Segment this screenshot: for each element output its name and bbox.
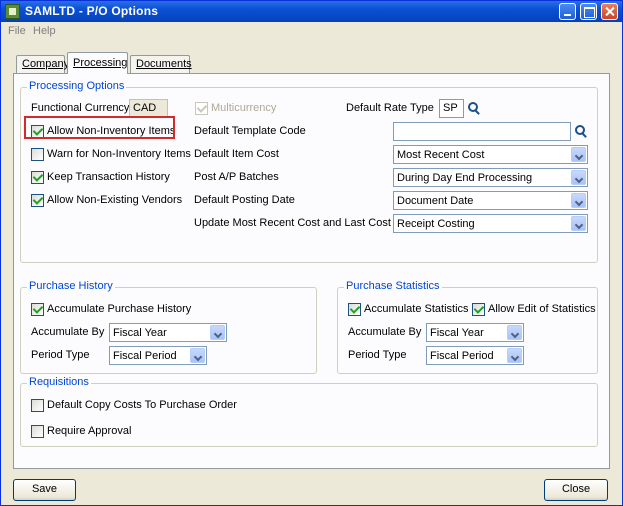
purchase-history-group: Purchase History Accumulate Purchase His… (20, 280, 317, 374)
update-cost-label: Update Most Recent Cost and Last Cost At (194, 217, 404, 229)
minimize-button[interactable] (559, 3, 576, 20)
window-close-button[interactable] (601, 3, 618, 20)
statistics-accumulate-by-value: Fiscal Year (430, 327, 484, 339)
require-approval-check[interactable] (31, 425, 44, 438)
save-button[interactable]: Save (13, 479, 76, 501)
history-period-type-label: Period Type (31, 349, 90, 361)
update-cost-value: Receipt Costing (397, 218, 475, 230)
keep-transaction-history-check[interactable] (31, 171, 44, 184)
default-posting-date-label: Default Posting Date (194, 194, 295, 206)
statistics-accumulate-by-select[interactable]: Fiscal Year (426, 323, 524, 342)
options-window: SAMLTD - P/O Options File Help Company P… (0, 0, 623, 506)
title-bar[interactable]: SAMLTD - P/O Options (1, 1, 622, 22)
chevron-down-icon[interactable] (571, 170, 586, 185)
tab-company[interactable]: Company (16, 55, 69, 73)
tab-processing-label: Processing (73, 57, 128, 69)
history-accumulate-by-label: Accumulate By (31, 326, 105, 338)
default-item-cost-select[interactable]: Most Recent Cost (393, 145, 588, 164)
history-accumulate-by-select[interactable]: Fiscal Year (109, 323, 227, 342)
chevron-down-icon[interactable] (571, 216, 586, 231)
purchase-history-title: Purchase History (27, 280, 115, 292)
processing-options-group: Processing Options Functional Currency C… (20, 80, 598, 263)
chevron-down-icon[interactable] (571, 147, 586, 162)
menu-bar: File Help (1, 22, 622, 40)
default-rate-type-field[interactable]: SP (439, 99, 464, 118)
history-period-type-select[interactable]: Fiscal Period (109, 346, 207, 365)
chevron-down-icon[interactable] (190, 348, 205, 363)
purchase-statistics-title: Purchase Statistics (344, 280, 442, 292)
post-ap-batches-label: Post A/P Batches (194, 171, 279, 183)
default-posting-date-value: Document Date (397, 195, 474, 207)
rate-type-finder-icon[interactable] (467, 101, 481, 115)
menu-help[interactable]: Help (33, 25, 56, 37)
accumulate-history-label: Accumulate Purchase History (47, 303, 192, 315)
close-button[interactable]: Close (544, 479, 608, 501)
tab-documents[interactable]: Documents (130, 55, 192, 73)
chevron-down-icon[interactable] (507, 348, 522, 363)
default-copy-costs-check[interactable] (31, 399, 44, 412)
allow-non-existing-vendors-check[interactable] (31, 194, 44, 207)
allow-non-existing-vendors-label: Allow Non-Existing Vendors (47, 194, 183, 206)
statistics-period-type-label: Period Type (348, 349, 407, 361)
accumulate-history-check[interactable] (31, 303, 44, 316)
default-item-cost-value: Most Recent Cost (397, 149, 485, 161)
require-approval-label: Require Approval (47, 425, 132, 437)
statistics-period-type-select[interactable]: Fiscal Period (426, 346, 524, 365)
default-template-code-label: Default Template Code (194, 125, 306, 137)
window-title: SAMLTD - P/O Options (25, 4, 159, 18)
annotation-highlight-box (24, 116, 175, 139)
app-icon (5, 4, 20, 19)
menu-file[interactable]: File (8, 25, 26, 37)
history-accumulate-by-value: Fiscal Year (113, 327, 167, 339)
accumulate-statistics-check[interactable] (348, 303, 361, 316)
warn-non-inventory-label: Warn for Non-Inventory Items (47, 148, 191, 160)
default-template-code-field[interactable] (393, 122, 571, 141)
requisitions-title: Requisitions (27, 376, 91, 388)
chevron-down-icon[interactable] (571, 193, 586, 208)
multicurrency-label: Multicurrency (211, 102, 277, 114)
tab-processing[interactable]: Processing (67, 52, 128, 74)
statistics-period-type-value: Fiscal Period (430, 350, 494, 362)
default-rate-type-label: Default Rate Type (346, 102, 434, 114)
post-ap-batches-value: During Day End Processing (397, 172, 533, 184)
default-item-cost-label: Default Item Cost (194, 148, 279, 160)
maximize-button[interactable] (580, 3, 597, 20)
template-code-finder-icon[interactable] (574, 124, 588, 138)
accumulate-statistics-label: Accumulate Statistics (364, 303, 469, 315)
processing-options-title: Processing Options (27, 80, 127, 92)
update-cost-select[interactable]: Receipt Costing (393, 214, 588, 233)
functional-currency-label: Functional Currency (31, 102, 130, 114)
default-posting-date-select[interactable]: Document Date (393, 191, 588, 210)
allow-edit-statistics-label: Allow Edit of Statistics (488, 303, 596, 315)
warn-non-inventory-check[interactable] (31, 148, 44, 161)
statistics-accumulate-by-label: Accumulate By (348, 326, 422, 338)
history-period-type-value: Fiscal Period (113, 350, 177, 362)
tab-company-label: Company (22, 58, 70, 70)
chevron-down-icon[interactable] (507, 325, 522, 340)
chevron-down-icon[interactable] (210, 325, 225, 340)
keep-transaction-history-label: Keep Transaction History (47, 171, 170, 183)
post-ap-batches-select[interactable]: During Day End Processing (393, 168, 588, 187)
allow-edit-statistics-check[interactable] (472, 303, 485, 316)
multicurrency-check (195, 102, 208, 115)
purchase-statistics-group: Purchase Statistics Accumulate Statistic… (337, 280, 598, 374)
requisitions-group: Requisitions Default Copy Costs To Purch… (20, 376, 598, 447)
tab-documents-label: Documents (136, 58, 192, 70)
default-copy-costs-label: Default Copy Costs To Purchase Order (47, 399, 237, 411)
